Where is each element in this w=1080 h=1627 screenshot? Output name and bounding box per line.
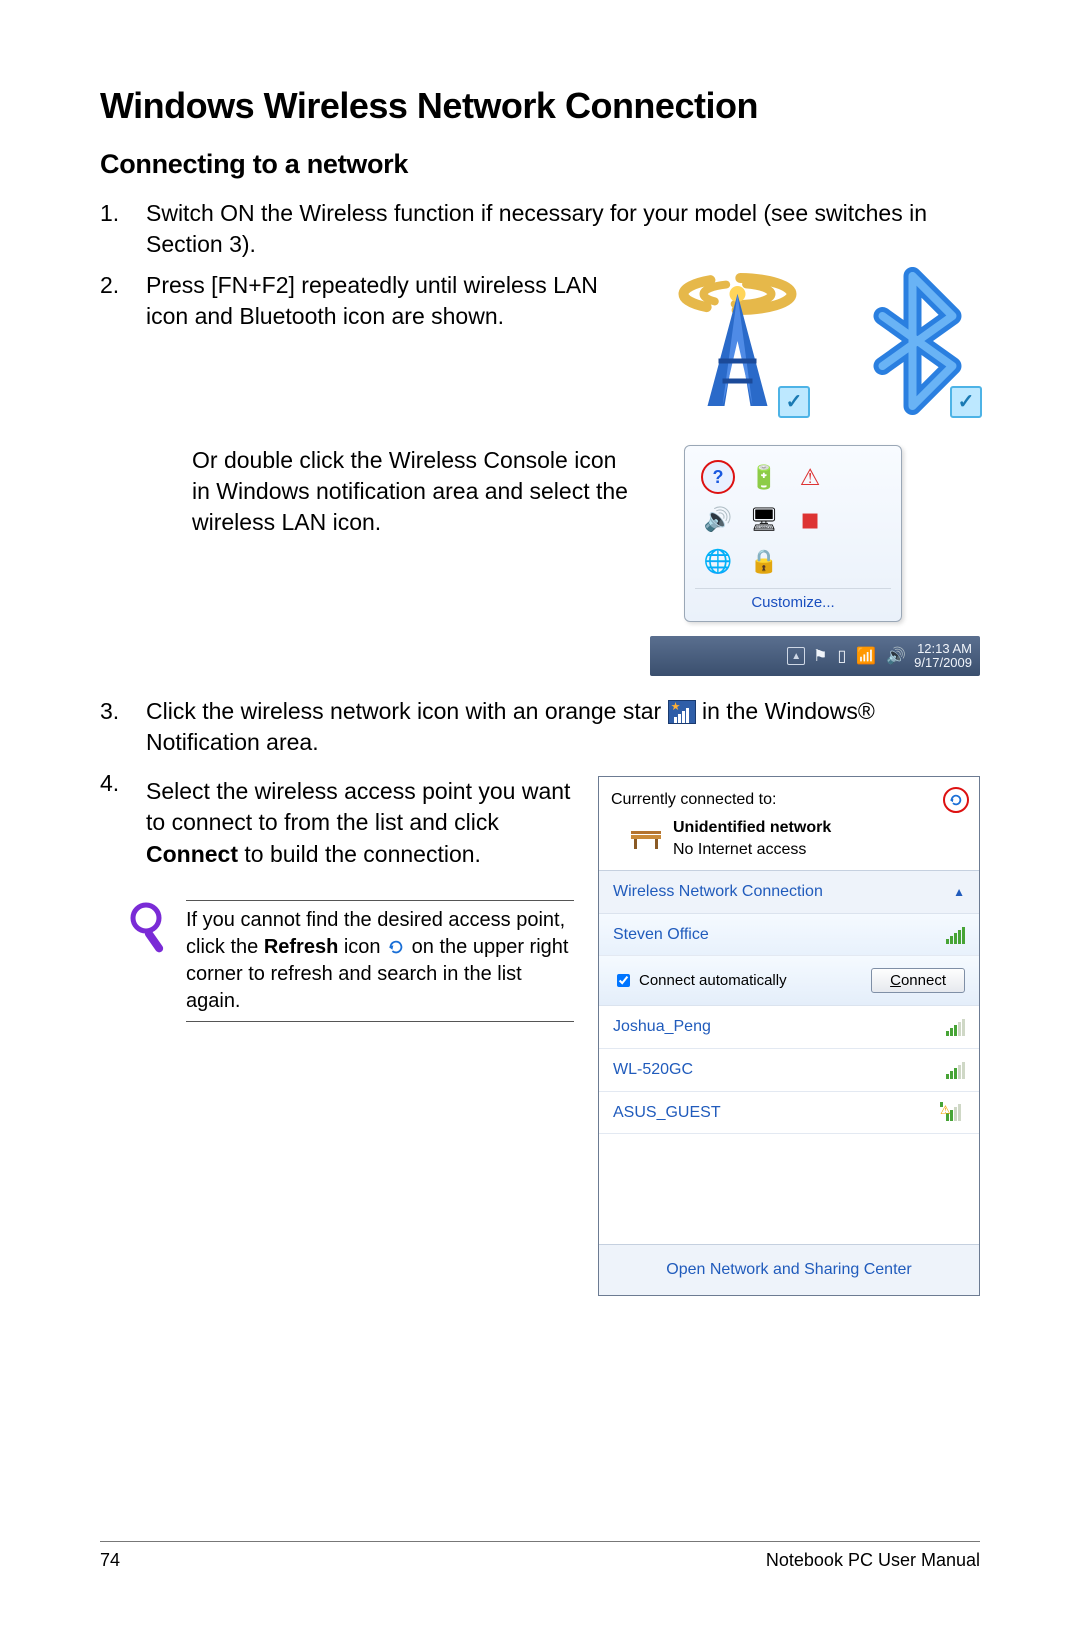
checkbox[interactable] [617,974,630,987]
step-2: 2. Press [FN+F2] repeatedly until wirele… [100,270,980,676]
signal-icon [946,1018,965,1036]
signal-icon [946,1061,965,1079]
wifi-network-item[interactable]: ASUS_GUEST ⚠ [599,1092,979,1135]
wifi-network-name: Steven Office [613,924,709,946]
signal-icon [946,926,965,944]
signal-icon: ⚠ [942,1103,965,1121]
tray-popup: ? 🔋 ⚠ 🔊 🖥 ◼ 🌐 🔒 Customize... [684,445,902,622]
wireless-console-icon: ? [701,460,735,494]
magnifier-icon [128,900,172,1022]
connect-auto-checkbox[interactable]: Connect automatically [613,971,787,991]
speaker-icon: 🔊 [886,646,906,668]
check-icon: ✓ [778,386,810,418]
page-title: Windows Wireless Network Connection [100,85,980,127]
open-network-center-link[interactable]: Open Network and Sharing Center [599,1244,979,1295]
network-name: Unidentified network [673,817,831,839]
power-icon: 🔋 [747,460,781,494]
note-block: If you cannot find the desired access po… [128,900,574,1022]
taskbar-clock: 12:13 AM 9/17/2009 [914,642,972,671]
customize-link[interactable]: Customize... [695,588,891,615]
lock-icon: 🔒 [747,544,781,578]
globe-icon: 🌐 [701,544,735,578]
taskbar-time: 12:13 AM [914,642,972,656]
wifi-flyout: Currently connected to: Unidentified net [598,776,980,1295]
wlan-bluetooth-figure: ✓ ✓ [660,266,980,431]
connected-label: Currently connected to: [611,789,967,811]
wifi-network-name: Joshua_Peng [613,1016,711,1038]
volume-icon: 🔊 [701,502,735,536]
step-number: 2. [100,270,146,676]
bench-icon [629,827,663,851]
step-number: 4. [100,768,146,1295]
network-status: No Internet access [673,839,831,861]
connect-button[interactable]: Connect [871,968,965,993]
page-footer: 74 Notebook PC User Manual [100,1541,980,1571]
taskbar-date: 9/17/2009 [914,656,972,670]
step-text: Select the wireless access point you wan… [146,776,574,869]
section-title: Connecting to a network [100,149,980,180]
refresh-icon [386,938,406,956]
wifi-section-header[interactable]: Wireless Network Connection ▲ [599,871,979,914]
check-icon: ✓ [950,386,982,418]
monitor-icon: 🖥 [747,502,781,536]
show-hidden-icons[interactable]: ▲ [787,647,805,665]
security-icon: ⚠ [793,460,827,494]
taskbar: ▲ ⚑ ▯ 📶 🔊 12:13 AM 9/17/2009 [650,636,980,676]
step-text: Press [FN+F2] repeatedly until wireless … [146,270,640,332]
taskbar-icons: ⚑ ▯ 📶 🔊 [813,646,906,668]
notification-tray-figure: ? 🔋 ⚠ 🔊 🖥 ◼ 🌐 🔒 Customize... [650,445,980,676]
app-icon: ◼ [793,502,827,536]
chevron-up-icon: ▲ [953,884,965,900]
step-text: Switch ON the Wireless function if neces… [146,198,980,260]
step-1: 1. Switch ON the Wireless function if ne… [100,198,980,260]
step-number: 1. [100,198,146,260]
network-icon: 📶 [856,646,876,668]
wifi-network-name: ASUS_GUEST [613,1102,721,1124]
wifi-network-item[interactable]: WL-520GC [599,1049,979,1092]
step-4: 4. Select the wireless access point you … [100,768,980,1295]
wifi-network-item[interactable]: Joshua_Peng [599,1006,979,1049]
battery-icon: ▯ [838,646,847,668]
wifi-network-item[interactable]: Steven Office [599,914,979,957]
step-text: Click the wireless network icon with an … [146,696,980,758]
book-title: Notebook PC User Manual [766,1550,980,1571]
flag-icon: ⚑ [813,646,827,668]
network-star-icon: ★ [668,700,696,724]
page-number: 74 [100,1550,120,1571]
wifi-connect-row: Connect automatically Connect [599,956,979,1006]
warning-icon: ⚠ [940,1102,943,1107]
step-3: 3. Click the wireless network icon with … [100,696,980,758]
wifi-network-name: WL-520GC [613,1059,693,1081]
step-number: 3. [100,696,146,758]
note-text: If you cannot find the desired access po… [186,900,574,1022]
step-alt-text: Or double click the Wireless Console ico… [192,445,630,676]
